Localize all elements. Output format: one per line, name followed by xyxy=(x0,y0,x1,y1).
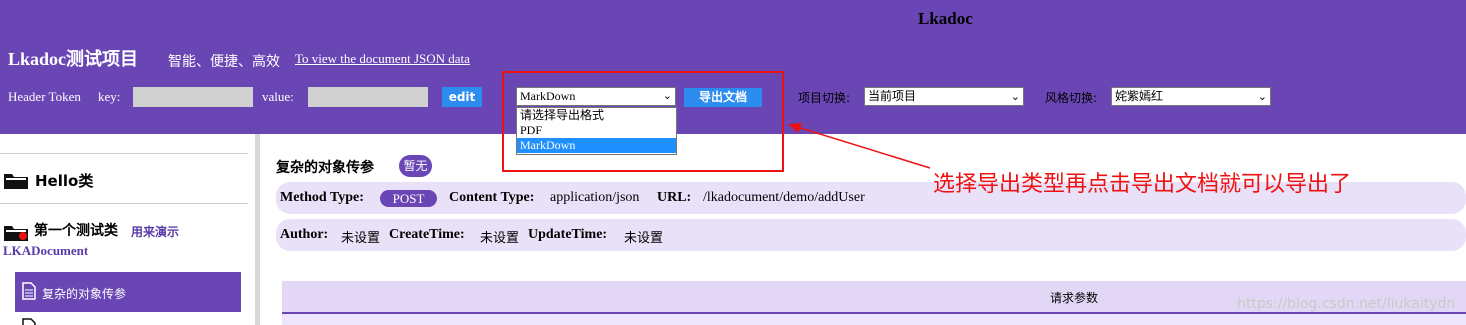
style-switch-label: 风格切换: xyxy=(1045,91,1098,105)
document-icon xyxy=(22,318,36,325)
request-params-body xyxy=(282,314,1466,325)
sidebar-active-label: 复杂的对象传参 xyxy=(42,287,127,301)
slogan: 智能、便捷、高效 xyxy=(168,54,280,70)
annotation-highlight-box xyxy=(502,71,784,172)
content-type-label: Content Type: xyxy=(449,190,535,205)
url-label: URL: xyxy=(657,190,692,205)
project-switch-label: 项目切换: xyxy=(798,91,851,105)
sidebar-item-test-class[interactable]: 第一个测试类 xyxy=(34,220,118,240)
sidebar-item-sub: LKADocument xyxy=(3,243,89,258)
create-time-value: 未设置 xyxy=(480,231,520,246)
folder-icon xyxy=(4,226,28,241)
header-token-label: Header Token xyxy=(8,89,81,104)
project-title: Lkadoc测试项目 xyxy=(8,49,139,69)
sidebar-item-desc: 用来演示 xyxy=(131,225,180,239)
folder-icon xyxy=(4,174,28,189)
update-time-label: UpdateTime: xyxy=(528,227,608,242)
divider xyxy=(0,153,248,154)
token-key-input[interactable] xyxy=(133,87,253,107)
method-type-label: Method Type: xyxy=(280,190,364,205)
value-label: value: xyxy=(262,89,294,104)
key-label: key: xyxy=(98,89,121,104)
project-switch-value: 当前项目 xyxy=(868,89,917,103)
app-title: Lkadoc xyxy=(918,9,973,28)
author-label: Author: xyxy=(280,227,329,242)
api-title: 复杂的对象传参 xyxy=(276,160,374,176)
style-switch-value: 姹紫嫣红 xyxy=(1115,89,1164,103)
request-params-label: 请求参数 xyxy=(1050,291,1099,305)
sidebar-item-hello[interactable]: Hello类 xyxy=(35,170,93,191)
status-badge: 暂无 xyxy=(399,155,432,177)
chevron-down-icon: ⌄ xyxy=(1010,90,1020,103)
annotation-text: 选择导出类型再点击导出文档就可以导出了 xyxy=(933,172,1352,197)
method-type-badge: POST xyxy=(380,190,437,207)
content-type-value: application/json xyxy=(550,190,640,205)
create-time-label: CreateTime: xyxy=(389,227,465,242)
chevron-down-icon: ⌄ xyxy=(1257,90,1267,103)
token-value-input[interactable] xyxy=(308,87,428,107)
sidebar-item-active[interactable]: 复杂的对象传参 xyxy=(15,272,241,312)
url-value: /lkadocument/demo/addUser xyxy=(703,190,865,205)
document-icon xyxy=(22,282,36,300)
project-switch-select[interactable]: 当前项目 ⌄ xyxy=(864,87,1024,106)
author-value: 未设置 xyxy=(341,231,381,246)
annotation-arrow-icon xyxy=(788,123,931,169)
watermark: https://blog.csdn.net/liukaitydn xyxy=(1237,296,1456,312)
edit-button[interactable]: edit xyxy=(442,87,482,107)
update-time-value: 未设置 xyxy=(624,231,664,246)
json-data-link[interactable]: To view the document JSON data xyxy=(295,51,470,67)
divider xyxy=(0,203,248,204)
info-row-author: Author: 未设置 CreateTime: 未设置 UpdateTime: … xyxy=(276,219,1466,251)
style-switch-select[interactable]: 姹紫嫣红 ⌄ xyxy=(1111,87,1271,106)
